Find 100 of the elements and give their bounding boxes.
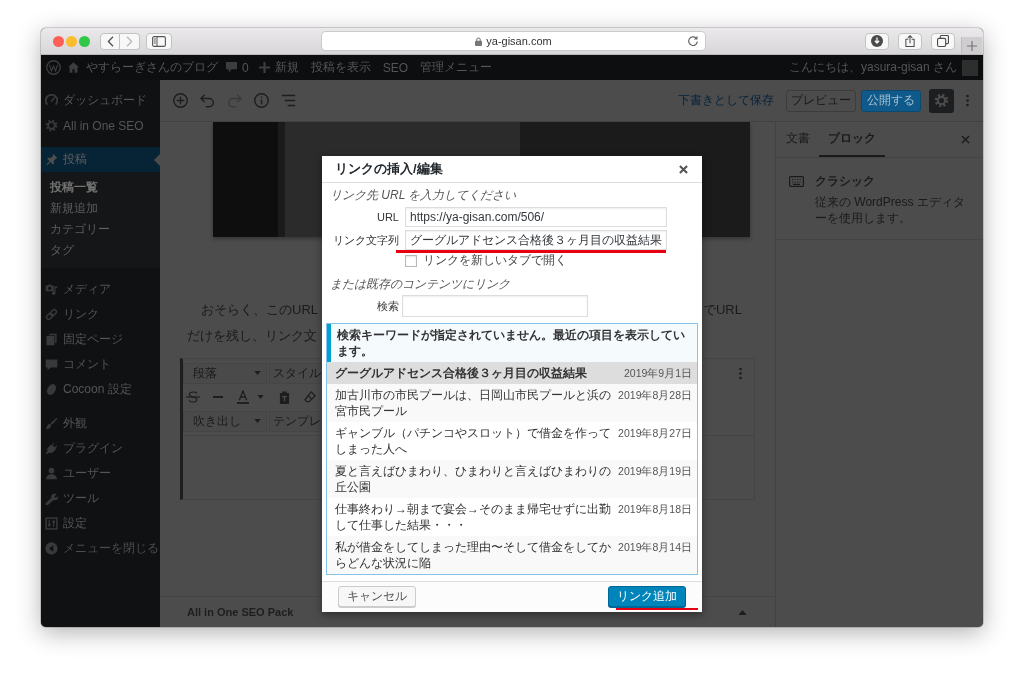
submenu-item[interactable]: タグ [41, 240, 160, 261]
back-button[interactable] [100, 32, 120, 50]
result-title: 夏と言えばひまわり、ひまわりと言えばひまわりの丘公園 [335, 463, 612, 495]
comments-link[interactable]: 0 [226, 60, 249, 75]
sidebar-item[interactable]: All in One SEO [41, 113, 160, 138]
speech-bubble-icon [45, 358, 58, 371]
settings-button[interactable] [929, 88, 954, 113]
info-icon[interactable] [254, 93, 269, 108]
window-close-icon[interactable] [53, 35, 64, 47]
brush-icon [45, 417, 58, 430]
new-tab-button[interactable] [961, 37, 982, 54]
documents-icon [45, 333, 58, 346]
submenu-item[interactable]: 新規追加 [41, 198, 160, 219]
new-content-link[interactable]: 新規 [258, 59, 299, 76]
result-date: 2019年8月28日 [618, 388, 692, 403]
sidebar-item[interactable]: ユーザー [41, 461, 160, 486]
add-link-button[interactable]: リンク追加 [608, 586, 686, 607]
result-date: 2019年8月18日 [618, 502, 692, 517]
list-icon[interactable] [281, 93, 296, 108]
result-title: 私が借金をしてしまった理由〜そして借金をしてからどんな状況に陥 [335, 539, 612, 571]
field-label: URL [376, 211, 399, 223]
avatar-image[interactable] [962, 59, 978, 76]
sidebar-item[interactable]: Cocoon 設定 [41, 377, 160, 402]
result-date: 2019年8月14日 [618, 540, 692, 555]
caret-up-icon[interactable] [738, 609, 747, 615]
window-zoom-icon[interactable] [79, 35, 90, 47]
checkbox[interactable] [405, 254, 417, 267]
caret-down-icon[interactable] [257, 395, 264, 399]
tabs-button[interactable] [931, 32, 955, 50]
dialog-title: リンクの挿入/編集 [335, 160, 443, 178]
sidebar-toggle-button[interactable] [146, 32, 172, 50]
strikethrough-icon[interactable] [186, 391, 200, 403]
more-icon[interactable] [966, 94, 969, 107]
result-date: 2019年9月1日 [623, 366, 692, 381]
plus-icon [967, 40, 977, 51]
plus-circle-icon[interactable] [173, 93, 188, 108]
caret-down-icon [254, 419, 261, 423]
lock-icon [475, 36, 483, 46]
chain-icon [45, 308, 58, 321]
address-bar[interactable]: ya-gisan.com [322, 32, 705, 50]
result-title: ギャンブル（パチンコやスロット）で借金を作ってしまった人へ [335, 425, 612, 457]
sidebar-icon [152, 35, 166, 47]
result-title: 仕事終わり→朝まで宴会→そのまま帰宅せずに出勤して仕事した結果・・・ [335, 501, 612, 533]
wrench-icon [45, 492, 58, 505]
sidebar-item[interactable]: 外観 [41, 411, 160, 436]
tabs-icon [937, 35, 949, 47]
undo-icon[interactable] [200, 93, 215, 108]
camera-note-icon [45, 283, 58, 296]
section-heading: リンク先 URL を入力してください [330, 187, 518, 203]
result-row[interactable]: グーグルアドセンス合格後３ヶ月目の収益結果 2019年9月1日 [327, 362, 697, 384]
gear-icon [45, 119, 58, 132]
close-icon[interactable] [679, 164, 688, 174]
publish-button[interactable]: 公開する [861, 89, 921, 112]
share-icon [904, 35, 916, 47]
sidebar-item[interactable]: 投稿 [41, 147, 160, 172]
input-field[interactable]: https://ya-gisan.com/506/ [405, 207, 667, 227]
download-button[interactable] [865, 32, 889, 50]
field-label: 検索 [376, 298, 399, 314]
sliders-icon [45, 517, 58, 530]
search-field[interactable] [402, 295, 588, 317]
result-title: グーグルアドセンス合格後３ヶ月目の収益結果 [335, 365, 588, 381]
result-title: 加古川市の市民プールは、日岡山市民プールと浜の宮市民プール [335, 387, 612, 419]
result-row[interactable]: 私が借金をしてしまった理由〜そして借金をしてからどんな状況に陥 2019年8月14日 [327, 536, 697, 574]
admin-bar-link[interactable]: 管理メニュー [420, 59, 493, 76]
clipboard-icon[interactable] [279, 390, 290, 404]
notice-message: 検索キーワードが指定されていません。最近の項目を表示しています。 [327, 324, 697, 362]
sidebar-item[interactable]: ダッシュボード [41, 88, 160, 113]
admin-bar-link[interactable]: SEO [382, 60, 409, 75]
home-icon [67, 61, 80, 74]
logo-icon[interactable] [46, 60, 61, 75]
download-icon [871, 35, 883, 47]
checkbox-label[interactable]: リンクを新しいタブで開く [423, 252, 567, 269]
eraser-icon[interactable] [304, 391, 316, 403]
caret-down-icon [254, 371, 261, 375]
person-icon [45, 467, 58, 480]
plug-icon [45, 442, 58, 455]
sidebar-item[interactable]: リンク [41, 302, 160, 327]
sidebar-item[interactable]: ツール [41, 486, 160, 511]
text-color-icon[interactable] [237, 390, 249, 404]
sidebar-item[interactable]: 固定ページ [41, 327, 160, 352]
sidebar-item[interactable]: 設定 [41, 511, 160, 536]
more-icon[interactable] [739, 366, 742, 380]
section-heading: または既存のコンテンツにリンク [330, 276, 511, 292]
admin-bar-link[interactable]: 投稿を表示 [310, 59, 371, 76]
submenu-item[interactable]: カテゴリー [41, 219, 160, 240]
chevron-left-icon [106, 35, 114, 47]
keyboard-icon [789, 176, 804, 187]
cancel-button[interactable]: キャンセル [338, 586, 416, 607]
result-date: 2019年8月27日 [618, 426, 692, 441]
reload-icon[interactable] [687, 35, 699, 47]
plus-icon [258, 62, 270, 73]
window-minimize-icon[interactable] [66, 35, 77, 47]
submenu-item[interactable]: 投稿一覧 [41, 177, 160, 198]
speech-bubble-icon [226, 62, 237, 73]
result-row[interactable]: 夏と言えばひまわり、ひまわりと言えばひまわりの丘公園 2019年8月19日 [327, 460, 697, 498]
sidebar-item[interactable]: プラグイン [41, 436, 160, 461]
result-row[interactable]: 加古川市の市民プールは、日岡山市民プールと浜の宮市民プール 2019年8月28日 [327, 384, 697, 422]
greeting-link[interactable]: こんにちは、yasura-gisan さん [788, 59, 957, 76]
input-field[interactable]: グーグルアドセンス合格後３ヶ月目の収益結果 [405, 230, 667, 250]
share-button[interactable] [898, 32, 922, 50]
